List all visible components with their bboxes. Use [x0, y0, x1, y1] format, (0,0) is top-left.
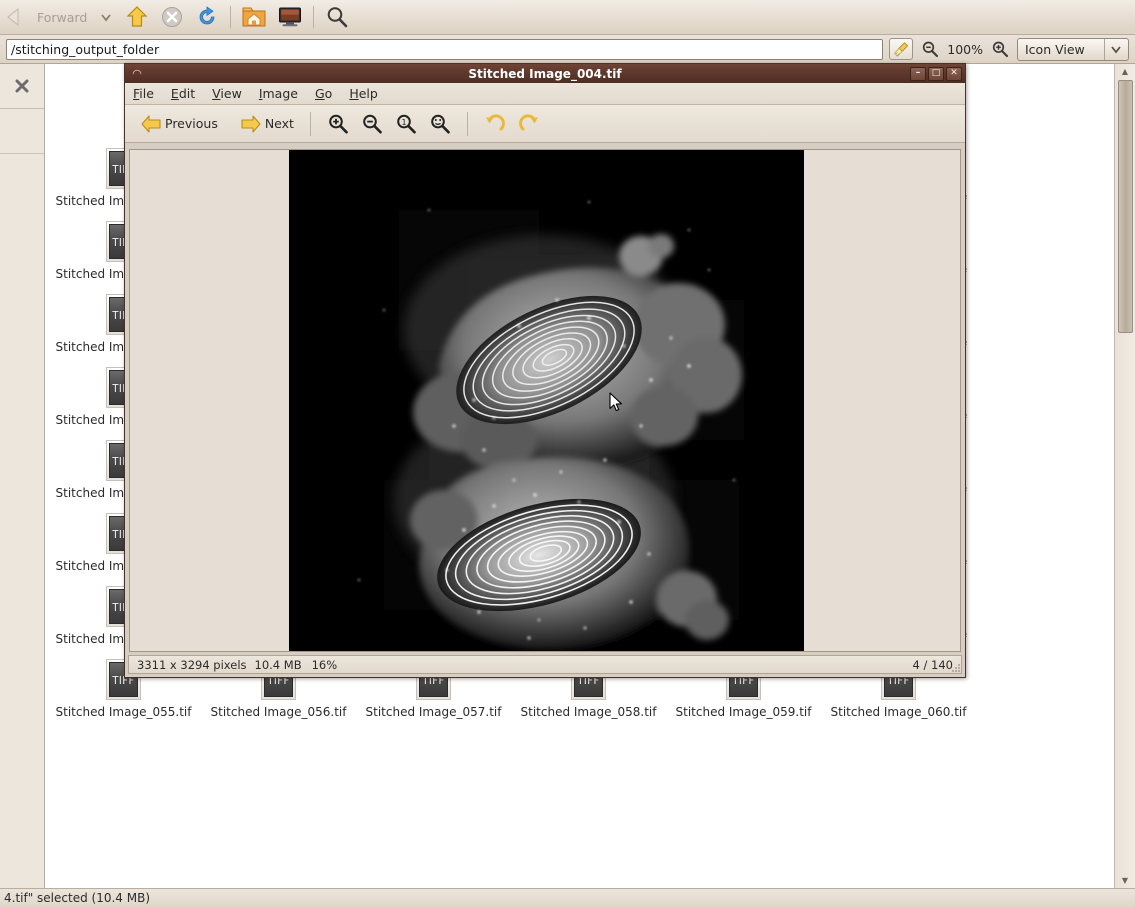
image-viewer-window[interactable]: ◠ Stitched Image_004.tif – □ ✕ File Edit…: [124, 63, 966, 678]
scroll-up-icon[interactable]: ▲: [1115, 64, 1135, 79]
location-input[interactable]: /stitching_output_folder: [6, 39, 883, 60]
zoom-out-icon: [361, 113, 383, 135]
file-item-label: Stitched Image_057.tif: [356, 705, 511, 719]
viewer-title: Stitched Image_004.tif: [125, 67, 965, 81]
file-item-label: Stitched Image_055.tif: [46, 705, 201, 719]
image-filesize-label: 10.4 MB: [255, 658, 302, 672]
forward-button[interactable]: Forward: [31, 2, 93, 32]
image-dimensions-label: 3311 x 3294 pixels: [137, 658, 247, 672]
sidebar-header: [0, 64, 44, 109]
viewer-toolbar: Previous Next: [125, 105, 965, 143]
up-button[interactable]: [119, 2, 155, 32]
search-icon: [325, 5, 349, 29]
file-manager-status-bar: 4.tif" selected (10.4 MB): [0, 888, 1135, 907]
history-dropdown-button[interactable]: [93, 2, 119, 32]
selection-status-label: 4.tif" selected (10.4 MB): [4, 891, 150, 905]
zoom-out-icon: [921, 40, 939, 58]
next-label: Next: [265, 116, 294, 131]
image-position-label: 4 / 140: [913, 658, 953, 672]
resize-grip[interactable]: [948, 660, 962, 674]
view-mode-select[interactable]: Icon View: [1017, 38, 1129, 61]
maximize-button[interactable]: □: [928, 67, 944, 81]
microscopy-image-render: [289, 150, 804, 652]
viewer-toolbar-separator-1: [310, 112, 311, 136]
close-x-icon[interactable]: [14, 78, 30, 94]
menu-help[interactable]: Help: [349, 86, 378, 101]
broom-icon: [893, 41, 910, 58]
minimize-button[interactable]: –: [910, 67, 926, 81]
viewer-status-bar: 3311 x 3294 pixels 10.4 MB 16% 4 / 140: [128, 655, 962, 674]
file-item-label: Stitched Image_059.tif: [666, 705, 821, 719]
file-item-label: Stitched Image_058.tif: [511, 705, 666, 719]
scroll-down-icon[interactable]: ▼: [1115, 873, 1135, 888]
menu-view[interactable]: View: [212, 86, 242, 101]
viewer-menu-bar: File Edit View Image Go Help: [125, 83, 965, 105]
svg-text:1: 1: [401, 118, 406, 127]
stop-icon: [161, 6, 183, 28]
file-item-label: Stitched Image_056.tif: [201, 705, 356, 719]
toolbar-separator-1: [230, 6, 231, 28]
microscopy-image: [289, 150, 804, 652]
menu-image[interactable]: Image: [259, 86, 298, 101]
rotate-right-button[interactable]: [513, 111, 545, 137]
menu-file[interactable]: File: [133, 86, 154, 101]
toolbar-separator-2: [313, 6, 314, 28]
chevron-down-icon: [99, 10, 113, 24]
rotate-left-icon: [484, 113, 506, 135]
zoom-in-button[interactable]: [989, 38, 1011, 60]
viewer-zoom-out-button[interactable]: [356, 111, 388, 137]
close-button[interactable]: ✕: [946, 67, 962, 81]
vertical-scrollbar[interactable]: ▲ ▼: [1114, 64, 1135, 888]
zoom-fit-icon: [429, 113, 451, 135]
desktop-button[interactable]: [272, 2, 308, 32]
menu-go[interactable]: Go: [315, 86, 332, 101]
viewer-zoom-in-button[interactable]: [322, 111, 354, 137]
sidebar: [0, 64, 45, 888]
rotate-left-button[interactable]: [479, 111, 511, 137]
path-bar: /stitching_output_folder 100%: [0, 35, 1135, 64]
rotate-right-icon: [518, 113, 540, 135]
location-value: /stitching_output_folder: [11, 42, 159, 57]
stop-button[interactable]: [155, 2, 189, 32]
previous-label: Previous: [165, 116, 218, 131]
screen: Forward: [0, 0, 1135, 907]
menu-edit[interactable]: Edit: [171, 86, 195, 101]
up-arrow-icon: [125, 5, 149, 29]
zoom-out-button[interactable]: [919, 38, 941, 60]
file-item-label: Stitched Image_060.tif: [821, 705, 976, 719]
window-menu-icon[interactable]: ◠: [128, 67, 146, 80]
back-arrow-icon: [3, 6, 25, 28]
view-mode-value: Icon View: [1025, 42, 1085, 57]
sidebar-divider: [0, 153, 44, 154]
zoom-in-icon: [991, 40, 1009, 58]
reload-button[interactable]: [189, 2, 225, 32]
back-button[interactable]: [0, 2, 31, 32]
file-manager-toolbar: Forward: [0, 0, 1135, 35]
image-zoom-label: 16%: [312, 658, 338, 672]
clear-location-button[interactable]: [889, 38, 913, 60]
next-button[interactable]: Next: [235, 112, 299, 136]
previous-button[interactable]: Previous: [135, 112, 223, 136]
viewer-toolbar-separator-2: [467, 112, 468, 136]
chevron-down-icon: [1104, 39, 1126, 60]
search-button[interactable]: [319, 2, 355, 32]
left-arrow-icon: [140, 114, 162, 134]
viewer-canvas[interactable]: [129, 149, 961, 652]
reload-icon: [195, 5, 219, 29]
zoom-in-icon: [327, 113, 349, 135]
zoom-level-label: 100%: [947, 42, 983, 57]
forward-label: Forward: [37, 10, 87, 25]
zoom-100-icon: 1: [395, 113, 417, 135]
computer-monitor-icon: [278, 6, 302, 28]
viewer-zoom-normal-button[interactable]: 1: [390, 111, 422, 137]
scrollbar-thumb[interactable]: [1118, 80, 1133, 333]
right-arrow-icon: [240, 114, 262, 134]
viewer-title-bar[interactable]: ◠ Stitched Image_004.tif – □ ✕: [125, 64, 965, 83]
home-folder-icon: [242, 6, 266, 28]
window-controls: – □ ✕: [910, 67, 962, 81]
home-button[interactable]: [236, 2, 272, 32]
viewer-zoom-fit-button[interactable]: [424, 111, 456, 137]
